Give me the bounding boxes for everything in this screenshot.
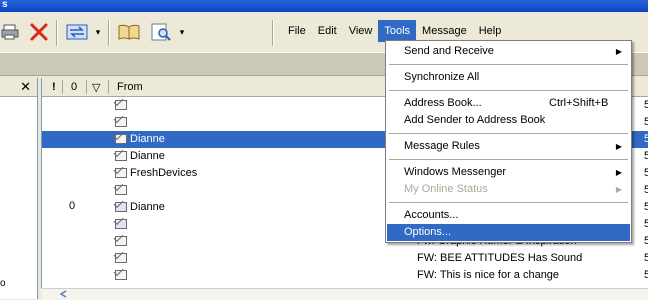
menu-item-label: Address Book... bbox=[404, 97, 482, 109]
tools-menu-item-synchronize-all[interactable]: Synchronize All bbox=[387, 69, 630, 86]
message-from: Dianne bbox=[130, 150, 165, 162]
message-size-fragment: 5 bbox=[644, 167, 648, 179]
column-divider bbox=[108, 80, 109, 94]
window-title: s bbox=[2, 0, 8, 10]
find-icon[interactable] bbox=[148, 18, 174, 46]
menu-item-label: Accounts... bbox=[404, 209, 459, 221]
message-size-fragment: 5 bbox=[644, 150, 648, 162]
read-mail-icon bbox=[115, 168, 127, 178]
menu-item-label: Message Rules bbox=[404, 140, 480, 152]
read-mail-icon bbox=[115, 117, 127, 127]
forwarded-mail-icon bbox=[115, 202, 127, 212]
menu-tools[interactable]: Tools bbox=[378, 20, 417, 42]
message-size-fragment: 5 bbox=[644, 99, 648, 111]
message-row[interactable]: FW: This is nice for a change 5 bbox=[42, 267, 648, 284]
read-mail-icon bbox=[115, 100, 127, 110]
tools-menu-item-send-and-receive[interactable]: Send and Receive ▶ bbox=[387, 43, 630, 60]
message-size-fragment: 5 bbox=[644, 218, 648, 230]
menu-item-label: Send and Receive bbox=[404, 45, 494, 57]
tools-menu-item-add-sender-to-address-book[interactable]: Add Sender to Address Book bbox=[387, 112, 630, 129]
message-size-fragment: 5 bbox=[644, 252, 648, 264]
column-divider bbox=[86, 80, 87, 94]
menu-edit[interactable]: Edit bbox=[312, 20, 343, 42]
read-mail-icon bbox=[115, 185, 127, 195]
menu-item-shortcut: Ctrl+Shift+B bbox=[549, 97, 609, 109]
attachment-icon: 0 bbox=[69, 200, 76, 212]
toolbar-separator bbox=[56, 20, 57, 46]
read-mail-icon bbox=[115, 253, 127, 263]
submenu-arrow-icon: ▶ bbox=[615, 47, 622, 56]
addresses-icon[interactable] bbox=[116, 18, 142, 46]
close-icon[interactable]: ✕ bbox=[20, 79, 31, 95]
folder-pane: ✕ o bbox=[0, 78, 38, 299]
read-mail-icon bbox=[115, 151, 127, 161]
menu-help[interactable]: Help bbox=[473, 20, 508, 42]
find-dropdown-arrow[interactable]: ▾ bbox=[177, 18, 187, 46]
scroll-left-icon[interactable] bbox=[57, 289, 71, 299]
message-from: Dianne bbox=[130, 133, 165, 145]
delete-icon[interactable] bbox=[28, 18, 50, 46]
menu-separator bbox=[389, 64, 628, 65]
submenu-arrow-icon: ▶ bbox=[615, 185, 622, 194]
column-divider bbox=[62, 80, 63, 94]
toolbar-separator bbox=[108, 20, 109, 46]
menubar-gripper bbox=[272, 20, 273, 46]
menu-separator bbox=[389, 159, 628, 160]
message-from: FreshDevices bbox=[130, 167, 198, 179]
submenu-arrow-icon: ▶ bbox=[615, 168, 622, 177]
message-subject: FW: This is nice for a change bbox=[417, 269, 560, 281]
menu-message[interactable]: Message bbox=[416, 20, 473, 42]
tools-menu-item-address-book[interactable]: Address Book... Ctrl+Shift+B bbox=[387, 95, 630, 112]
message-size-fragment: 5 bbox=[644, 116, 648, 128]
read-mail-icon bbox=[115, 270, 127, 280]
folder-label-fragment: o bbox=[0, 278, 6, 289]
menu-item-label: Add Sender to Address Book bbox=[404, 114, 546, 126]
menu-separator bbox=[389, 90, 628, 91]
send-receive-dropdown-arrow[interactable]: ▾ bbox=[93, 18, 103, 46]
message-size-fragment: 5 bbox=[644, 133, 648, 145]
priority-column-header[interactable]: ! bbox=[52, 81, 56, 93]
submenu-arrow-icon: ▶ bbox=[615, 142, 622, 151]
tools-menu-item-options[interactable]: Options... bbox=[387, 224, 630, 241]
folder-pane-header: ✕ bbox=[0, 78, 37, 97]
read-mail-icon bbox=[115, 134, 127, 144]
print-icon[interactable] bbox=[0, 18, 20, 46]
message-size-fragment: 5 bbox=[644, 184, 648, 196]
message-from: Dianne bbox=[130, 201, 165, 213]
menu-separator bbox=[389, 133, 628, 134]
read-mail-icon bbox=[115, 236, 127, 246]
tools-menu-item-my-online-status: My Online Status ▶ bbox=[387, 181, 630, 198]
from-column-header[interactable]: From bbox=[117, 81, 143, 93]
menu-bar: File Edit View Tools Message Help bbox=[282, 20, 507, 42]
menu-item-label: Windows Messenger bbox=[404, 166, 507, 178]
forwarded-mail-icon bbox=[115, 219, 127, 229]
message-size-fragment: 5 bbox=[644, 235, 648, 247]
message-size-fragment: 5 bbox=[644, 201, 648, 213]
tools-menu-item-windows-messenger[interactable]: Windows Messenger ▶ bbox=[387, 164, 630, 181]
message-subject: FW: BEE ATTITUDES Has Sound bbox=[417, 252, 583, 264]
attachment-column-header[interactable]: 0 bbox=[71, 81, 77, 93]
title-bar: s bbox=[0, 0, 648, 12]
menu-item-label: My Online Status bbox=[404, 183, 488, 195]
message-size-fragment: 5 bbox=[644, 269, 648, 281]
tools-menu-item-accounts[interactable]: Accounts... bbox=[387, 207, 630, 224]
flag-column-header[interactable]: ▽ bbox=[92, 81, 100, 94]
menu-item-label: Synchronize All bbox=[404, 71, 480, 83]
send-receive-icon[interactable] bbox=[64, 18, 90, 46]
horizontal-scrollbar[interactable] bbox=[41, 288, 648, 300]
tools-menu-item-message-rules[interactable]: Message Rules ▶ bbox=[387, 138, 630, 155]
menu-file[interactable]: File bbox=[282, 20, 312, 42]
message-row[interactable]: FW: BEE ATTITUDES Has Sound 5 bbox=[42, 250, 648, 267]
tools-menu-dropdown: Send and Receive ▶ Synchronize All Address … bbox=[385, 40, 632, 243]
menu-view[interactable]: View bbox=[343, 20, 379, 42]
menu-separator bbox=[389, 202, 628, 203]
message-row[interactable]: Dianne 5 bbox=[42, 131, 648, 148]
menu-item-label: Options... bbox=[404, 226, 452, 238]
